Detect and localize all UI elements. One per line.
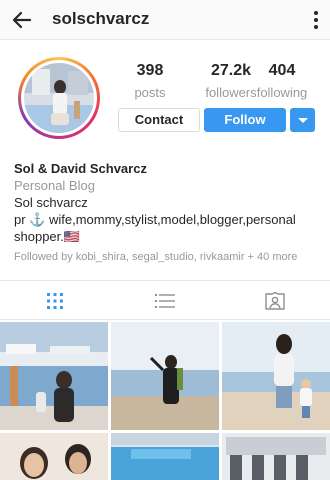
more-vertical-icon[interactable] [312,9,320,31]
posts-stat[interactable]: 398 posts [115,62,185,100]
list-icon[interactable] [154,292,176,310]
follow-button[interactable]: Follow [204,108,286,132]
avatar-photo [24,63,94,133]
posts-label: posts [134,85,166,100]
avatar[interactable] [18,57,100,139]
profile-category: Personal Blog [14,178,95,193]
top-bar: solschvarcz [0,0,330,40]
following-label: following [256,85,308,100]
suggestions-dropdown-button[interactable] [290,108,315,132]
arrow-left-icon[interactable] [10,8,34,32]
grid-icon[interactable] [44,292,66,310]
contact-button[interactable]: Contact [118,108,200,132]
post-thumbnail-5[interactable] [111,433,219,480]
post-thumbnail-4[interactable] [0,433,108,480]
post-thumbnail-2[interactable] [111,322,219,430]
following-stat[interactable]: 404 following [247,62,317,100]
bio-line-1: Sol schvarcz [14,195,88,210]
post-thumbnail-1[interactable] [0,322,108,430]
display-name: Sol & David Schvarcz [14,161,147,176]
posts-count: 398 [136,62,164,79]
followed-by-text[interactable]: Followed by kobi_shira, segal_studio, ri… [14,249,319,266]
profile-bio: Sol & David Schvarcz Personal Blog Sol s… [14,160,319,266]
post-thumbnail-3[interactable] [222,322,330,430]
tagged-person-icon[interactable] [264,292,286,310]
photo-grid [0,322,330,480]
post-thumbnail-6[interactable] [222,433,330,480]
chevron-down-icon [298,118,308,123]
profile-tabs [0,280,330,320]
following-count: 404 [268,62,296,79]
profile-username: solschvarcz [52,9,150,28]
bio-line-2: pr ⚓ wife,mommy,stylist,model,blogger,pe… [14,212,296,244]
